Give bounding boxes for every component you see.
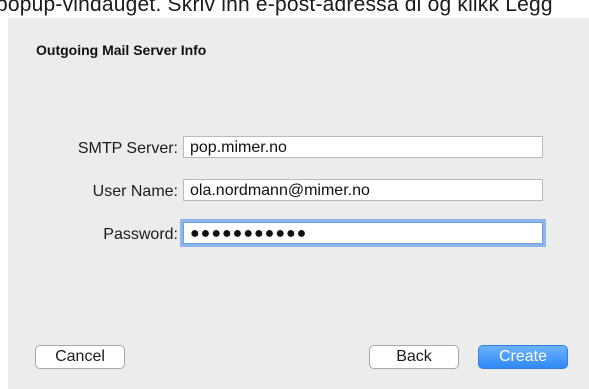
smtp-server-input[interactable] <box>183 136 543 158</box>
user-name-row: User Name: <box>8 179 589 205</box>
smtp-server-label: SMTP Server: <box>77 140 178 157</box>
cancel-button[interactable]: Cancel <box>35 345 125 369</box>
password-input[interactable] <box>183 222 543 244</box>
outgoing-mail-dialog: Outgoing Mail Server Info SMTP Server: U… <box>8 18 589 389</box>
user-name-label: User Name: <box>92 183 178 200</box>
back-button[interactable]: Back <box>369 345 459 369</box>
background-document-text: popup-vindauget. Skriv inn e-post-adress… <box>0 0 553 16</box>
password-row: Password: <box>8 222 589 248</box>
create-button[interactable]: Create <box>478 345 568 369</box>
password-label: Password: <box>103 226 178 243</box>
user-name-input[interactable] <box>183 179 543 201</box>
smtp-server-row: SMTP Server: <box>8 136 589 162</box>
dialog-heading: Outgoing Mail Server Info <box>36 42 207 58</box>
